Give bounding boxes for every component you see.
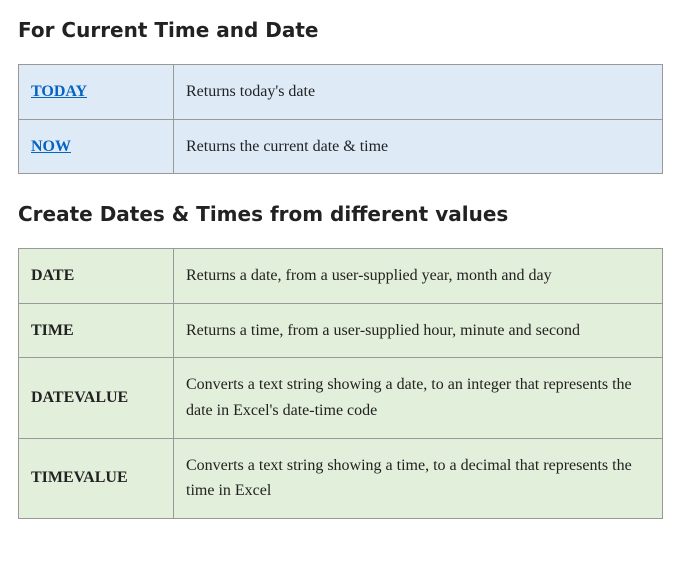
section-heading-current-time: For Current Time and Date [18,18,663,42]
fn-desc: Converts a text string showing a time, t… [174,438,663,518]
table-row: DATEVALUE Converts a text string showing… [19,358,663,438]
table-row: TIME Returns a time, from a user-supplie… [19,303,663,358]
fn-cell-date: DATE [19,249,174,304]
fn-desc: Returns today's date [174,65,663,120]
table-create-dates: DATE Returns a date, from a user-supplie… [18,248,663,519]
fn-desc: Returns a time, from a user-supplied hou… [174,303,663,358]
fn-desc: Returns the current date & time [174,119,663,174]
table-row: NOW Returns the current date & time [19,119,663,174]
fn-cell-timevalue: TIMEVALUE [19,438,174,518]
fn-cell: NOW [19,119,174,174]
table-row: TODAY Returns today's date [19,65,663,120]
fn-cell-time: TIME [19,303,174,358]
fn-desc: Returns a date, from a user-supplied yea… [174,249,663,304]
fn-cell-datevalue: DATEVALUE [19,358,174,438]
table-row: TIMEVALUE Converts a text string showing… [19,438,663,518]
section-heading-create-dates: Create Dates & Times from different valu… [18,202,663,226]
fn-link-now[interactable]: NOW [31,138,71,155]
table-row: DATE Returns a date, from a user-supplie… [19,249,663,304]
table-current-time: TODAY Returns today's date NOW Returns t… [18,64,663,174]
fn-cell: TODAY [19,65,174,120]
fn-link-today[interactable]: TODAY [31,83,87,100]
fn-desc: Converts a text string showing a date, t… [174,358,663,438]
